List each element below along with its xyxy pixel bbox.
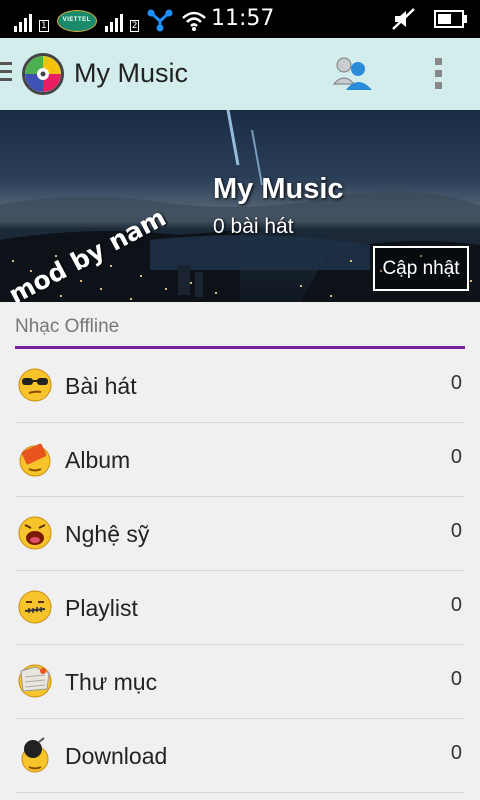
list-item-download[interactable]: Download 0 [15, 719, 465, 793]
status-left-group: 1 VIETTEL 2 [14, 8, 207, 32]
sim-1-badge: 1 [39, 20, 49, 32]
list-item-albums[interactable]: Album 0 [15, 423, 465, 497]
list-item-count: 0 [450, 668, 462, 690]
list-item-count: 0 [450, 742, 462, 764]
action-bar: My Music [0, 38, 480, 110]
list-item-label: Playlist [65, 595, 138, 621]
app-title: My Music [74, 58, 188, 88]
section-title: Nhạc Offline [15, 316, 120, 337]
shouting-emoji-icon [18, 516, 52, 550]
signal-2-icon [104, 12, 123, 32]
list-item-label: Download [65, 743, 168, 769]
carrier-logo-icon: VIETTEL [56, 10, 97, 32]
list-item-count: 0 [450, 520, 462, 542]
song-count-text: 0 bài hát [213, 215, 294, 238]
list-item-playlist[interactable]: Playlist 0 [15, 571, 465, 645]
offline-music-list: Bài hát 0 Album 0 Nghệ sỹ 0 Playlist 0 T… [15, 349, 465, 793]
bomb-emoji-icon [21, 737, 49, 773]
list-item-label: Thư mục [65, 669, 158, 695]
update-button[interactable]: Cập nhật [373, 246, 469, 291]
battery-icon [434, 10, 467, 28]
cool-sunglasses-emoji-icon [18, 368, 52, 402]
album-book-emoji-icon [19, 443, 51, 477]
sim-2-badge: 2 [129, 20, 140, 32]
list-item-artists[interactable]: Nghệ sỹ 0 [15, 497, 465, 571]
list-item-folders[interactable]: Thư mục 0 [15, 645, 465, 719]
mute-icon [392, 8, 415, 30]
list-item-label: Bài hát [65, 373, 137, 399]
user-account-icon[interactable] [332, 54, 378, 94]
menu-icon[interactable] [0, 62, 12, 84]
header-banner: mod by nam My Music 0 bài hát Cập nhật [0, 110, 480, 302]
signal-1-icon [14, 12, 32, 32]
status-right-group [392, 8, 468, 30]
list-item-label: Album [65, 447, 131, 473]
banner-title: My Music [213, 173, 344, 205]
wifi-icon [182, 11, 207, 31]
overflow-menu-icon[interactable] [426, 58, 450, 92]
zipped-mouth-emoji-icon [18, 590, 52, 624]
folder-emoji-icon [18, 664, 52, 698]
list-item-count: 0 [450, 594, 462, 616]
list-item-count: 0 [450, 372, 462, 394]
list-item-count: 0 [450, 446, 462, 468]
data-transfer-icon [147, 9, 173, 32]
list-item-songs[interactable]: Bài hát 0 [15, 349, 465, 423]
status-bar: 1 VIETTEL 2 11:57 [0, 0, 480, 38]
app-logo-icon[interactable] [22, 53, 64, 95]
status-clock: 11:57 [211, 6, 275, 31]
list-item-label: Nghệ sỹ [65, 521, 150, 547]
